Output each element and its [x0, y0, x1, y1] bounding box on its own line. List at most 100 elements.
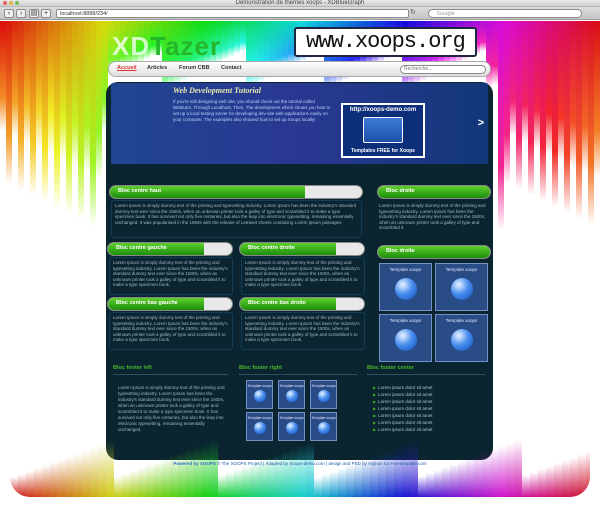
block-centre-gauche-text: Lorem Ipsum is simply dummy text of the … [113, 260, 228, 288]
reflection-streak [50, 462, 58, 497]
footer-center-item[interactable]: Lorem ipsum dolor sit amet [373, 427, 432, 432]
reflection-streak [506, 443, 514, 497]
rainbow-streak [594, 21, 600, 178]
orb-icon [285, 389, 298, 402]
block-centre-haut-text: Lorem Ipsum is simply dummy text of the … [115, 203, 357, 225]
add-bookmark-icon[interactable]: + [41, 9, 51, 18]
reflection-streak [410, 441, 418, 497]
footer-center-item[interactable]: Lorem ipsum dolor sit amet [373, 406, 432, 411]
footer-center-item[interactable]: Lorem ipsum dolor sit amet [373, 413, 432, 418]
footer-left-text: Lorem Ipsum is simply dummy text of the … [118, 385, 225, 432]
forward-arrow-icon[interactable]: › [16, 9, 26, 18]
block-droite-2-title: Bloc droite [377, 245, 491, 259]
address-bar[interactable]: localhost:8888/234/ [56, 9, 409, 18]
reflection-streak [450, 464, 458, 497]
block-centre-bas-droite-text: Lorem Ipsum is simply dummy text of the … [245, 315, 360, 343]
reflection-streak [330, 471, 338, 497]
credit-design-link[interactable]: design and PSD by myjhon for Freetemplat… [328, 461, 426, 466]
reflection-streak [18, 474, 26, 497]
reflection-streak [314, 477, 322, 497]
footer-right-title: Bloc footer right [239, 365, 282, 371]
reflection-streak [218, 475, 226, 497]
menu-forum-cbb[interactable]: Forum CBB [179, 65, 210, 71]
reflection-streak [82, 450, 90, 497]
reflection-streak [546, 466, 554, 497]
reflection-streak [530, 472, 538, 497]
reflection-streak [186, 449, 194, 497]
reflection-streak [354, 462, 362, 497]
browser-search-input[interactable]: Google [428, 9, 582, 18]
footer-center-item[interactable]: Lorem ipsum dolor sit amet [373, 399, 432, 404]
reflection-streak [522, 475, 530, 497]
reflection-streak [482, 452, 490, 497]
block-droite-2-tiles: Template xoops Template xoops Template x… [379, 263, 489, 362]
reflection-streak [554, 463, 562, 497]
credit-project: © The XOOPS Project [217, 461, 262, 466]
template-tile[interactable]: Template xoops [246, 380, 273, 409]
orb-icon [450, 329, 473, 352]
menu-articles[interactable]: Articles [147, 65, 167, 71]
page-viewport: XDTazer www.xoops.org Accueil Articles F… [0, 21, 600, 505]
monitor-icon [363, 117, 403, 143]
reflection-streak [442, 467, 450, 497]
reflection-streak [98, 444, 106, 497]
menu-contact[interactable]: Contact [221, 65, 241, 71]
block-centre-bas-gauche-text: Lorem Ipsum is simply dummy text of the … [113, 315, 228, 343]
block-centre-droite-title: Bloc centre droite [239, 242, 365, 256]
reflection-streak [498, 446, 506, 497]
template-tile[interactable]: Template xoops [379, 263, 432, 311]
back-arrow-icon[interactable]: ‹ [4, 9, 14, 18]
site-search-input[interactable]: Recherche... [400, 65, 486, 74]
reflection-streak [74, 453, 82, 497]
orb-icon [253, 389, 266, 402]
reflection-streak [34, 468, 42, 497]
template-tile[interactable]: Template xoops [310, 412, 337, 441]
reflection-streak [394, 447, 402, 497]
slider-image[interactable]: http://xoops-demo.com Templates FREE for… [341, 103, 425, 158]
footer-center-item[interactable]: Lorem ipsum dolor sit amet [373, 420, 432, 425]
reflection-streak [138, 467, 146, 497]
bookmarks-icon[interactable]: ▤ [29, 9, 39, 18]
block-droite-title: Bloc droite [377, 185, 491, 199]
reflection-streak [418, 476, 426, 497]
xoops-banner[interactable]: www.xoops.org [294, 27, 477, 57]
reflection-streak [210, 440, 218, 497]
credit-adapted-link[interactable]: Adapted by Xoops-demo.com [265, 461, 324, 466]
orb-icon [317, 389, 330, 402]
reflection-streak [114, 476, 122, 497]
footer-center-divider [367, 374, 485, 375]
reflection-streak [226, 472, 234, 497]
reflection-streak [426, 473, 434, 497]
reload-icon[interactable]: ↻ [410, 9, 419, 18]
reflection-streak [122, 473, 130, 497]
reflection-streak [434, 470, 442, 497]
reflection-streak [146, 464, 154, 497]
footer-center-item[interactable]: Lorem ipsum dolor sit amet [373, 385, 432, 390]
template-tile[interactable]: Template xoops [379, 314, 432, 362]
browser-window: Démonstration de thèmes xoops - XDBlueGr… [0, 0, 600, 505]
template-tile[interactable]: Template xoops [310, 380, 337, 409]
footer-center-title: Bloc footer center [367, 365, 415, 371]
orb-icon [317, 421, 330, 434]
block-droite-text: Lorem Ipsum is simply dummy text of the … [379, 203, 486, 231]
menu-accueil[interactable]: Accueil [117, 65, 137, 71]
site-logo[interactable]: XDTazer [112, 31, 221, 62]
template-tile[interactable]: Template xoops [435, 263, 488, 311]
main-content: Web Development Tutorial If you're still… [106, 82, 493, 460]
block-centre-gauche-title: Bloc centre gauche [107, 242, 233, 256]
reflection-streak [282, 451, 290, 497]
orb-icon [394, 329, 417, 352]
template-tile[interactable]: Template xoops [278, 412, 305, 441]
template-tile[interactable]: Template xoops [435, 314, 488, 362]
block-centre-haut-title: Bloc centre haut [109, 185, 363, 199]
reflection-streak [130, 470, 138, 497]
slider-next-arrow-icon[interactable]: > [478, 117, 484, 129]
template-tile[interactable]: Template xoops [246, 412, 273, 441]
reflection-streak [322, 474, 330, 497]
template-tile[interactable]: Template xoops [278, 380, 305, 409]
reflection-streak [106, 441, 114, 497]
credit-powered-link[interactable]: Powered by XOOPS [173, 461, 216, 466]
footer-center-item[interactable]: Lorem ipsum dolor sit amet [373, 392, 432, 397]
reflection-streak [402, 444, 410, 497]
reflection-streak [194, 446, 202, 497]
